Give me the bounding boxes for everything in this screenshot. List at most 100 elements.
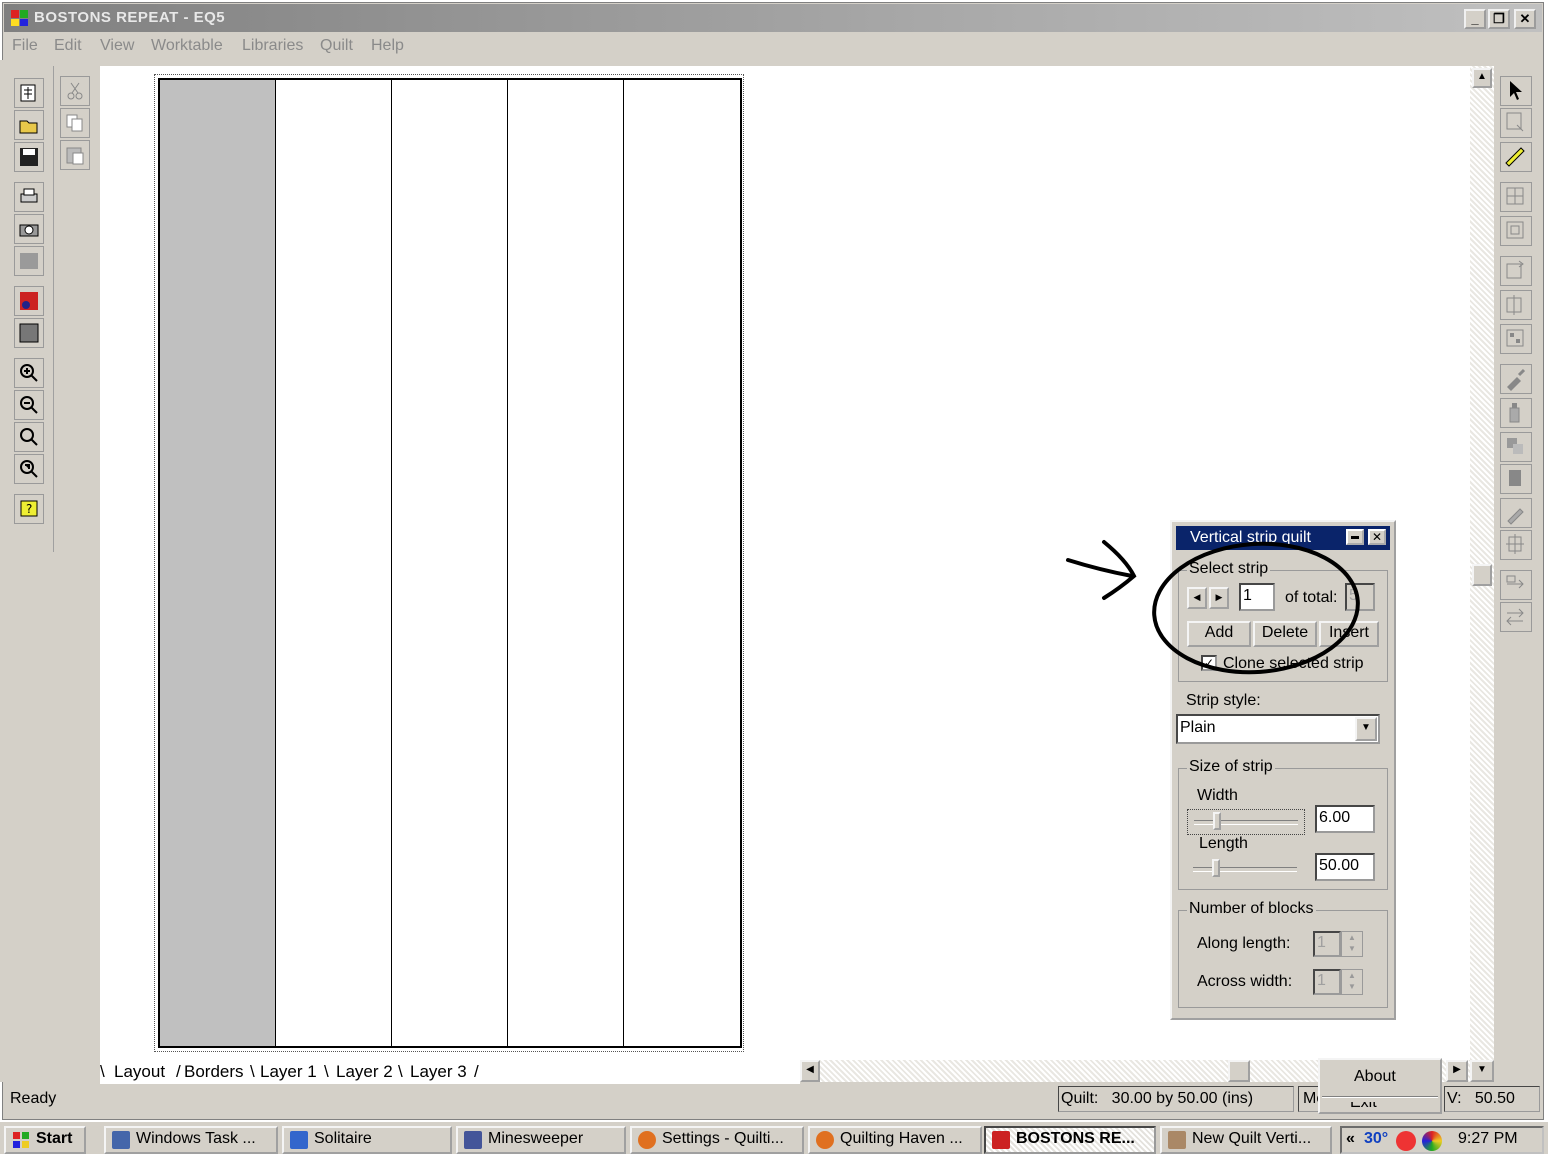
delete-strip-button[interactable]: Delete xyxy=(1253,621,1317,647)
add-strip-button[interactable]: Add xyxy=(1187,621,1251,647)
restore-button[interactable]: ❐ xyxy=(1488,9,1510,29)
scroll-right-arrow-icon[interactable]: ▶ xyxy=(1446,1060,1468,1082)
vertical-scrollbar[interactable]: ▲ xyxy=(1470,66,1494,1060)
worktable-button[interactable] xyxy=(14,78,44,108)
rotate-block-button[interactable] xyxy=(1500,256,1532,286)
menu-exit[interactable]: Exit xyxy=(1350,1102,1377,1112)
paintbrush-button[interactable] xyxy=(1500,364,1532,394)
length-slider[interactable] xyxy=(1187,857,1303,881)
strip-style-select[interactable]: Plain ▼ xyxy=(1176,714,1380,744)
refresh-screen-button[interactable] xyxy=(14,454,44,484)
camera-button[interactable] xyxy=(14,214,44,244)
paste-button[interactable] xyxy=(60,140,90,170)
horizontal-scroll-thumb[interactable] xyxy=(1228,1060,1250,1082)
print-button[interactable] xyxy=(14,182,44,212)
clone-strip-checkbox[interactable]: ✓ xyxy=(1201,655,1217,671)
quilt-layout[interactable] xyxy=(158,78,742,1048)
quilt-strip[interactable] xyxy=(276,80,392,1046)
size-of-strip-group: Size of strip Width 6.00 Length 50.00 xyxy=(1178,758,1388,890)
panel-close-button[interactable]: ✕ xyxy=(1368,529,1386,545)
weather-temperature[interactable]: 30° xyxy=(1364,1130,1388,1148)
antivirus-tray-icon[interactable] xyxy=(1396,1131,1416,1151)
minimize-button[interactable]: _ xyxy=(1464,9,1486,29)
fabric-spool-button[interactable] xyxy=(1500,464,1532,494)
menu-file[interactable]: File xyxy=(12,37,38,55)
quilt-strip[interactable] xyxy=(508,80,624,1046)
menu-libraries[interactable]: Libraries xyxy=(242,37,303,55)
vertical-scroll-thumb[interactable] xyxy=(1472,564,1492,586)
width-slider-thumb[interactable] xyxy=(1213,812,1222,830)
scroll-down-arrow-icon[interactable]: ▼ xyxy=(1470,1060,1494,1082)
chevron-down-icon[interactable]: ▼ xyxy=(1355,717,1377,741)
start-button[interactable]: Start xyxy=(4,1126,86,1154)
help-button[interactable]: ? xyxy=(14,494,44,524)
menu-quilt[interactable]: Quilt xyxy=(320,37,353,55)
zoom-in-button[interactable] xyxy=(14,358,44,388)
swap-all-button[interactable] xyxy=(1500,602,1532,632)
fabric-library-button[interactable] xyxy=(14,286,44,316)
eyedropper-button[interactable] xyxy=(1500,498,1532,528)
menu-edit[interactable]: Edit xyxy=(54,37,82,55)
clock[interactable]: 9:27 PM xyxy=(1458,1130,1518,1148)
menu-worktable[interactable]: Worktable xyxy=(151,37,223,55)
status-ready: Ready xyxy=(10,1090,57,1107)
view-sample-button[interactable] xyxy=(14,318,44,348)
title-bar[interactable]: BOSTONS REPEAT - EQ5 _ ❐ ✕ xyxy=(4,4,1542,32)
menu-view[interactable]: View xyxy=(100,37,134,55)
zoom-select-button[interactable] xyxy=(1500,108,1532,138)
taskbar-item[interactable]: Quilting Haven ... xyxy=(808,1126,982,1154)
tab-layer-1[interactable]: Layer 1 xyxy=(260,1062,317,1082)
length-input[interactable]: 50.00 xyxy=(1315,853,1375,881)
chrome-tray-icon[interactable] xyxy=(1422,1131,1442,1151)
copy-button[interactable] xyxy=(60,108,90,138)
next-strip-button[interactable]: ▶ xyxy=(1209,587,1229,609)
width-label: Width xyxy=(1197,787,1238,804)
current-strip-input[interactable]: 1 xyxy=(1239,583,1275,611)
tab-layer-3[interactable]: Layer 3 xyxy=(410,1062,467,1082)
tab-layer-2[interactable]: Layer 2 xyxy=(336,1062,393,1082)
panel-title-bar[interactable]: Vertical strip quilt ✕ xyxy=(1176,526,1390,550)
scroll-up-arrow-icon[interactable]: ▲ xyxy=(1472,68,1492,88)
symmetry-button[interactable] xyxy=(1500,324,1532,354)
taskbar-item[interactable]: Windows Task ... xyxy=(104,1126,278,1154)
flip-block-button[interactable] xyxy=(1500,290,1532,320)
spraycan-button[interactable] xyxy=(1500,398,1532,428)
fit-to-worktable-button[interactable] xyxy=(14,422,44,452)
tab-layout[interactable]: Layout xyxy=(114,1062,165,1082)
ruler-button[interactable] xyxy=(1500,142,1532,172)
panel-minimize-button[interactable] xyxy=(1346,529,1364,545)
open-button[interactable] xyxy=(14,110,44,140)
save-button[interactable] xyxy=(14,142,44,172)
quilt-strip[interactable] xyxy=(624,80,740,1046)
taskbar-item[interactable]: BOSTONS RE... xyxy=(984,1126,1156,1154)
swap-colors-button[interactable] xyxy=(1500,432,1532,462)
clone-strip-label: Clone selected strip xyxy=(1223,655,1364,672)
prev-strip-button[interactable]: ◀ xyxy=(1187,587,1207,609)
scroll-left-arrow-icon[interactable]: ◀ xyxy=(800,1060,820,1082)
zoom-out-button[interactable] xyxy=(14,390,44,420)
task-manager-icon xyxy=(112,1131,130,1149)
rotate-fabric-button[interactable] xyxy=(1500,570,1532,600)
cut-button[interactable] xyxy=(60,76,90,106)
insert-strip-button[interactable]: Insert xyxy=(1319,621,1379,647)
taskbar-item[interactable]: Solitaire xyxy=(282,1126,452,1154)
select-tool-button[interactable] xyxy=(1500,76,1532,106)
quilt-strip[interactable] xyxy=(160,80,276,1046)
set-block-button[interactable] xyxy=(1500,182,1532,212)
close-button[interactable]: ✕ xyxy=(1514,9,1536,29)
menu-about[interactable]: About xyxy=(1354,1068,1396,1086)
tray-chevron-icon[interactable]: « xyxy=(1346,1130,1355,1148)
width-input[interactable]: 6.00 xyxy=(1315,805,1375,833)
sketchbook-button[interactable] xyxy=(14,246,44,276)
adjust-tool-icon xyxy=(1506,534,1524,554)
quilt-strip[interactable] xyxy=(392,80,508,1046)
menu-help[interactable]: Help xyxy=(371,37,404,55)
length-slider-thumb[interactable] xyxy=(1212,859,1221,877)
taskbar-item[interactable]: Settings - Quilti... xyxy=(630,1126,804,1154)
adjust-tool-button[interactable] xyxy=(1500,530,1532,560)
width-slider[interactable] xyxy=(1187,809,1305,835)
tab-borders[interactable]: Borders xyxy=(184,1062,244,1082)
set-applique-button[interactable] xyxy=(1500,216,1532,246)
taskbar-item[interactable]: New Quilt Verti... xyxy=(1160,1126,1332,1154)
taskbar-item[interactable]: Minesweeper xyxy=(456,1126,626,1154)
